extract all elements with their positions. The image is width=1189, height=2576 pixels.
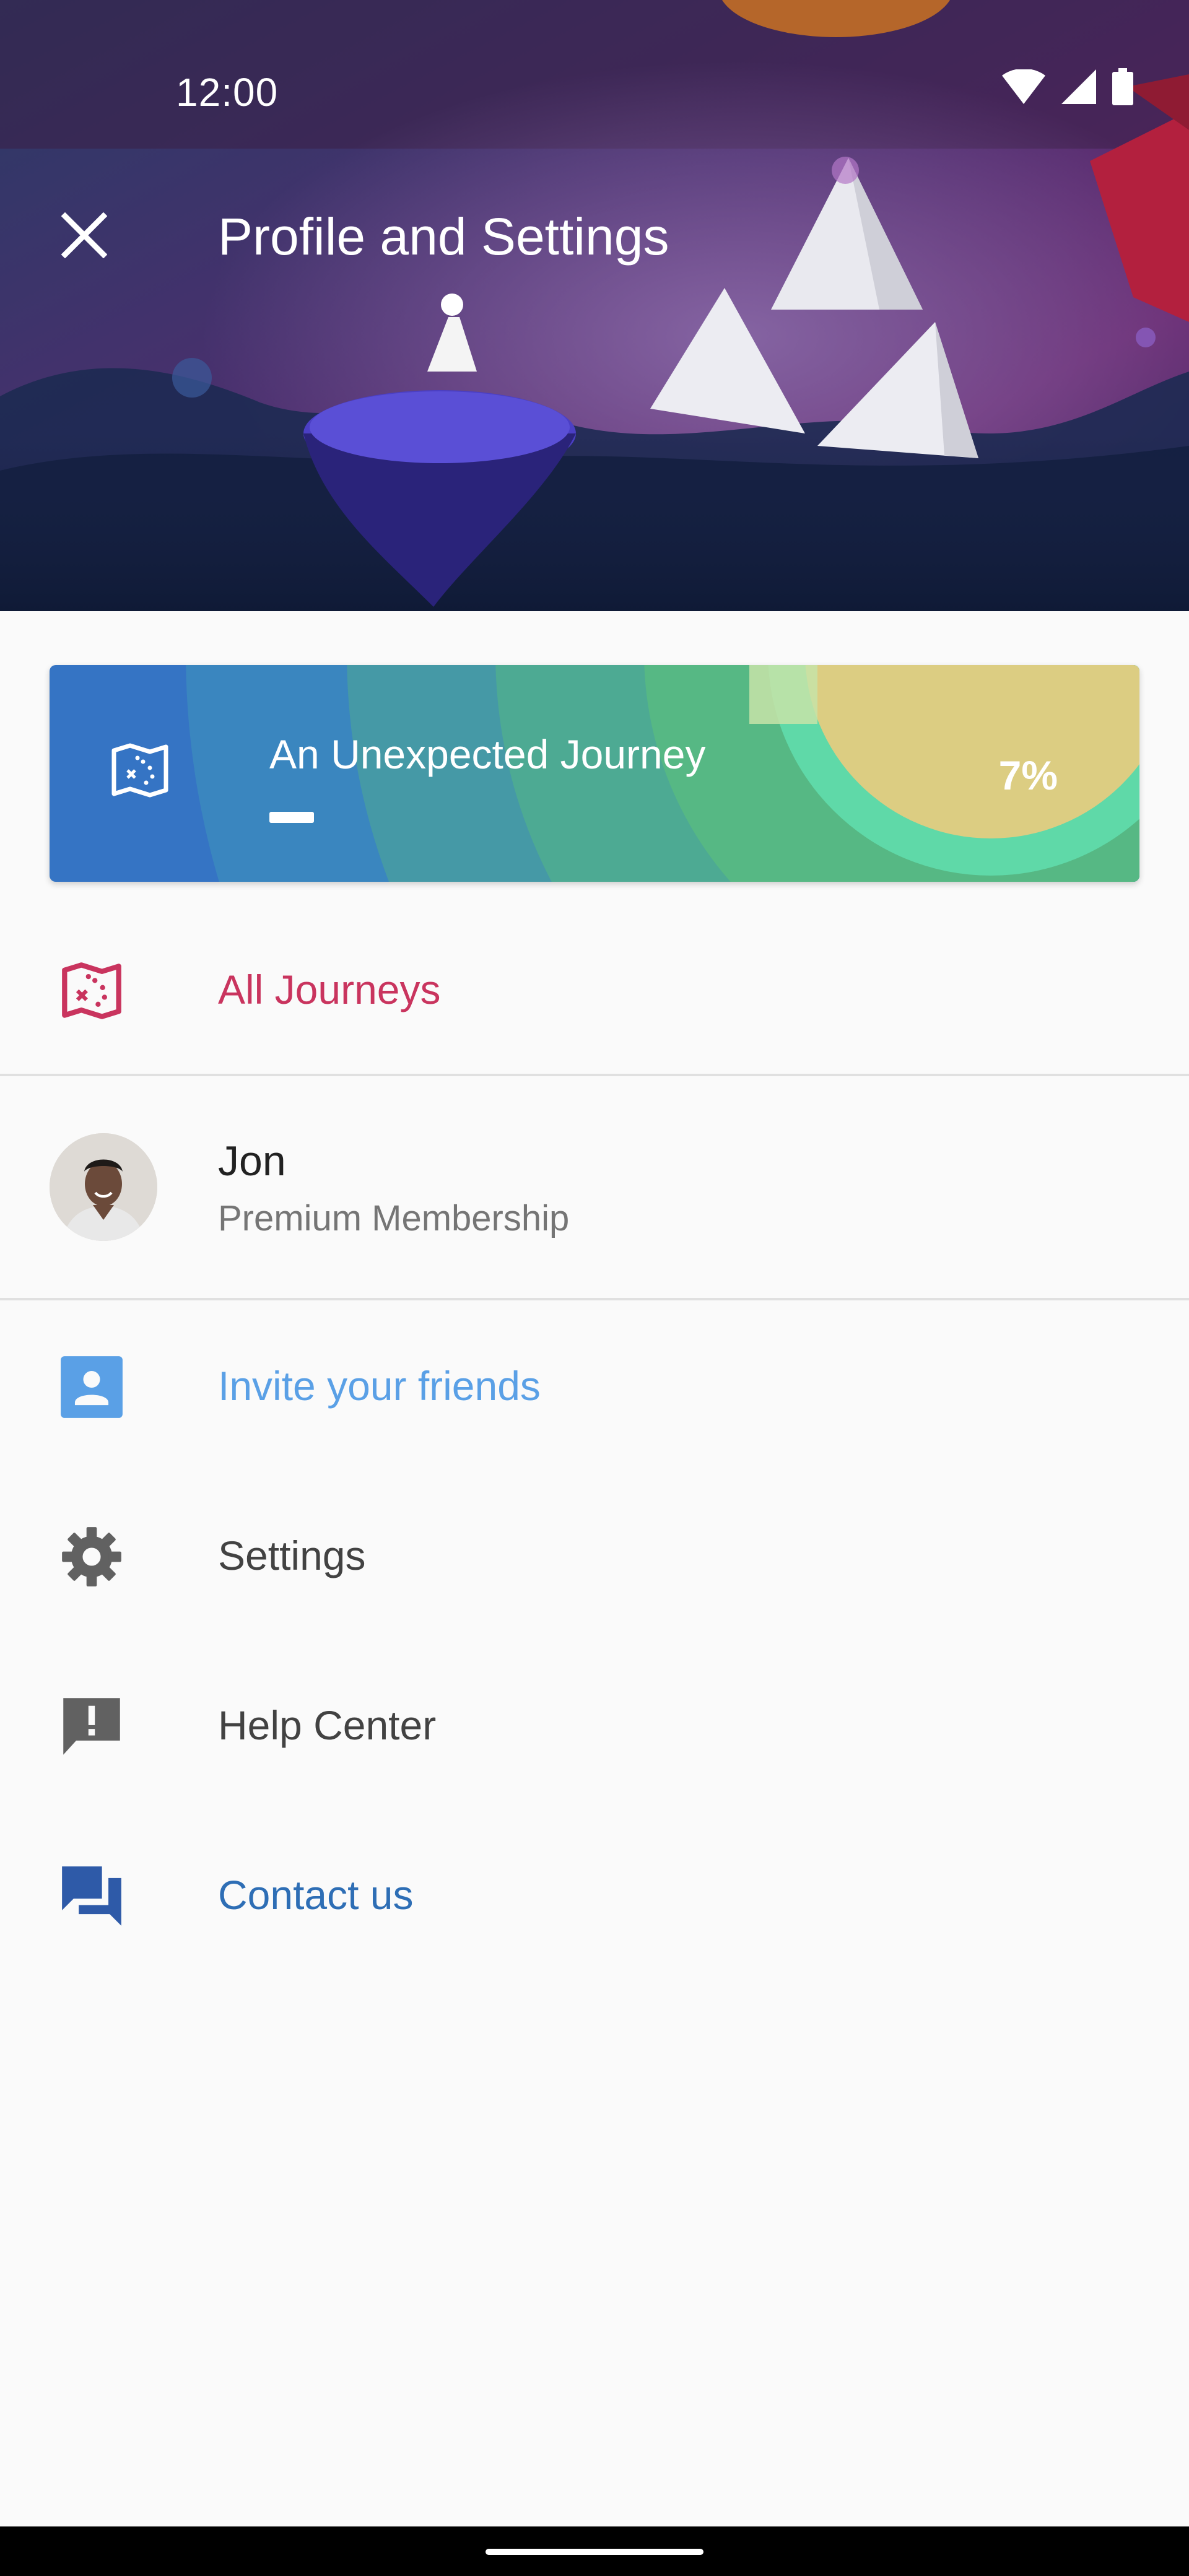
membership-label: Premium Membership	[218, 1198, 570, 1238]
invite-friends-item[interactable]: Invite your friends	[0, 1325, 1189, 1449]
settings-label: Settings	[218, 1533, 366, 1578]
help-center-item[interactable]: Help Center	[0, 1664, 1189, 1788]
settings-item[interactable]: Settings	[0, 1495, 1189, 1619]
current-journey-card[interactable]: An Unexpected Journey 7%	[50, 665, 1139, 882]
cellular-signal-icon	[1061, 69, 1096, 104]
contact-us-item[interactable]: Contact us	[0, 1834, 1189, 1958]
battery-icon	[1112, 68, 1133, 105]
home-gesture-handle[interactable]	[486, 2549, 703, 2555]
feedback-icon	[59, 1694, 124, 1759]
wifi-icon	[1002, 69, 1045, 104]
divider	[0, 1298, 1189, 1300]
journey-title: An Unexpected Journey	[269, 731, 706, 777]
journey-progress-bar	[269, 812, 314, 823]
close-icon	[61, 212, 107, 258]
status-time: 12:00	[176, 70, 279, 115]
profile-item[interactable]: Jon Premium Membership	[0, 1077, 1189, 1300]
journey-progress-fill	[269, 812, 314, 823]
all-journeys-item[interactable]: All Journeys	[0, 929, 1189, 1053]
divider	[0, 1074, 1189, 1076]
hero-banner: 12:00 Profile and Settings	[0, 0, 1189, 611]
status-bar: 12:00	[0, 0, 1189, 149]
contact-us-label: Contact us	[218, 1872, 414, 1918]
page-title: Profile and Settings	[218, 207, 669, 266]
invite-friends-label: Invite your friends	[218, 1363, 541, 1409]
contact-card-icon	[59, 1355, 124, 1419]
chat-icon	[59, 1864, 124, 1928]
status-icons	[1002, 68, 1133, 105]
journey-progress-percent: 7%	[998, 752, 1058, 798]
profile-name: Jon	[218, 1138, 286, 1185]
close-button[interactable]	[50, 192, 119, 279]
map-icon	[109, 739, 171, 804]
avatar	[50, 1133, 157, 1241]
navigation-bar	[0, 2526, 1189, 2576]
help-center-label: Help Center	[218, 1702, 437, 1748]
all-journeys-label: All Journeys	[218, 967, 441, 1012]
map-icon	[59, 959, 124, 1023]
gear-icon	[59, 1525, 124, 1589]
